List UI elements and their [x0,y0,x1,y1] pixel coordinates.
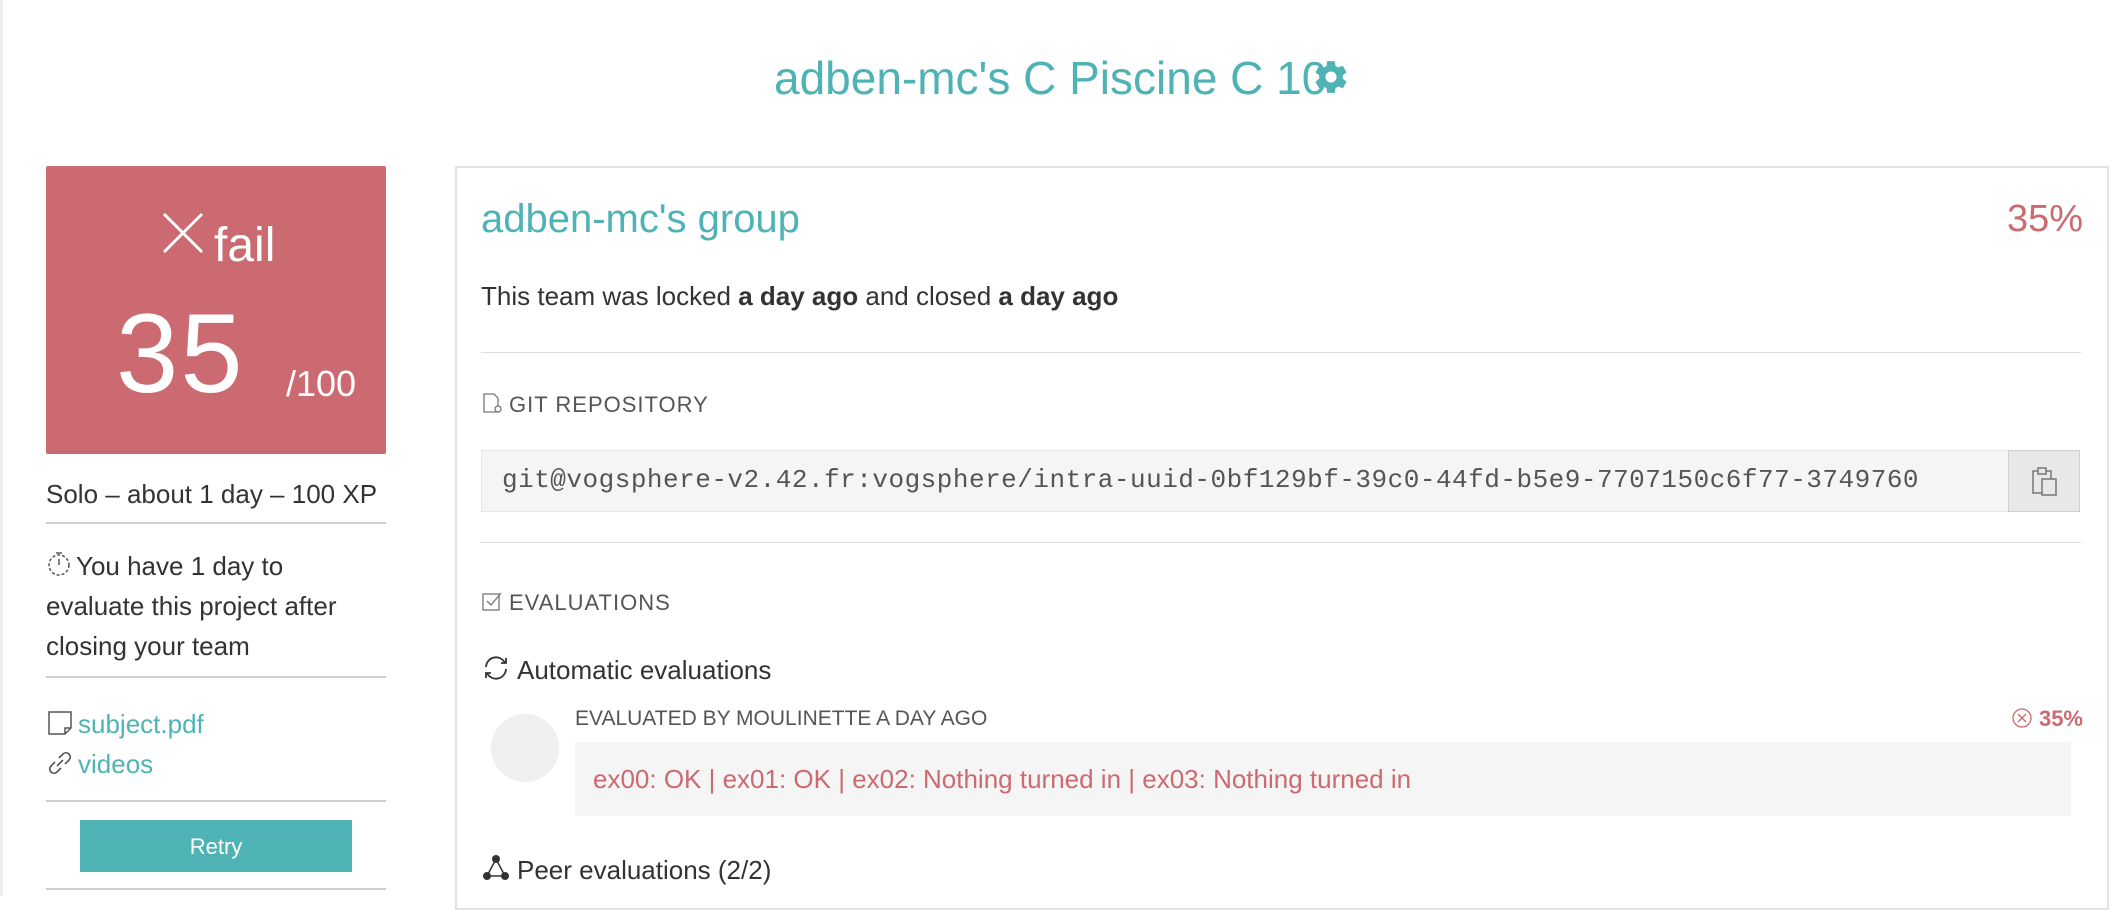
checkbox-icon [482,592,502,611]
close-icon [162,212,204,254]
evaluation-result: ex00: OK | ex01: OK | ex02: Nothing turn… [575,742,2071,816]
evaluations-section-label: EVALUATIONS [481,588,671,618]
closed-when: a day ago [998,281,1119,311]
peer-evaluations-title: Peer evaluations (2/2) [517,855,772,885]
evaluation-score-value: 35% [2038,706,2083,731]
git-label: GIT REPOSITORY [509,392,709,417]
subject-link[interactable]: subject.pdf [46,704,204,744]
team-percent: 35% [2006,198,2083,240]
videos-link[interactable]: videos [46,744,153,784]
grade-card: fail 35 /100 [46,166,386,454]
divider [481,542,2081,543]
repository-icon [483,393,502,413]
deadline-text: You have 1 day to evaluate this project … [46,551,337,661]
team-name: adben-mc's group [481,197,800,241]
clipboard-icon [2032,467,2057,496]
automatic-evaluations-title: Automatic evaluations [517,655,772,685]
videos-link-label: videos [78,749,154,779]
refresh-icon [485,656,507,680]
automatic-evaluations-heading: Automatic evaluations [481,652,771,688]
fail-circle-icon [2012,708,2032,728]
locked-when: a day ago [738,281,859,311]
peer-evaluations-heading: Peer evaluations (2/2) [481,852,771,888]
document-icon [48,711,72,735]
lock-prefix: This team was locked [481,281,731,311]
evaluated-by: EVALUATED BY MOULINETTE A DAY AGO [575,707,988,730]
divider [46,676,386,678]
git-url-field[interactable]: git@vogsphere-v2.42.fr:vogsphere/intra-u… [481,450,2009,512]
subject-link-label: subject.pdf [78,709,204,739]
lock-middle: and closed [865,281,992,311]
page-edge [0,0,3,896]
status-text: fail [214,219,276,272]
link-icon [48,751,72,775]
copy-url-button[interactable] [2008,450,2080,512]
project-meta: Solo – about 1 day – 100 XP [46,479,378,509]
status-row: fail [46,206,386,272]
divider [46,888,386,890]
max-mark: /100 [286,363,357,404]
stopwatch-icon [48,552,70,576]
divider [46,522,386,524]
retry-button[interactable]: Retry [80,820,352,872]
gear-icon[interactable] [1312,58,1350,96]
page-title: adben-mc's C Piscine C 10 [774,52,1328,104]
divider [46,800,386,802]
evaluations-label: EVALUATIONS [509,590,671,615]
git-section-label: GIT REPOSITORY [481,390,709,420]
evaluation-result-text: ex00: OK | ex01: OK | ex02: Nothing turn… [593,764,1412,794]
final-mark: 35 [116,291,245,416]
evaluation-deadline: You have 1 day to evaluate this project … [46,546,386,666]
network-icon [483,855,509,880]
header: adben-mc's C Piscine C 10 [0,48,2118,108]
lock-status: This team was locked a day ago and close… [481,276,1118,316]
git-url: git@vogsphere-v2.42.fr:vogsphere/intra-u… [502,465,1920,495]
divider [481,352,2081,353]
avatar [491,714,559,782]
team-panel: adben-mc's group 35% This team was locke… [455,166,2109,910]
evaluation-score: 35% [2011,704,2083,734]
